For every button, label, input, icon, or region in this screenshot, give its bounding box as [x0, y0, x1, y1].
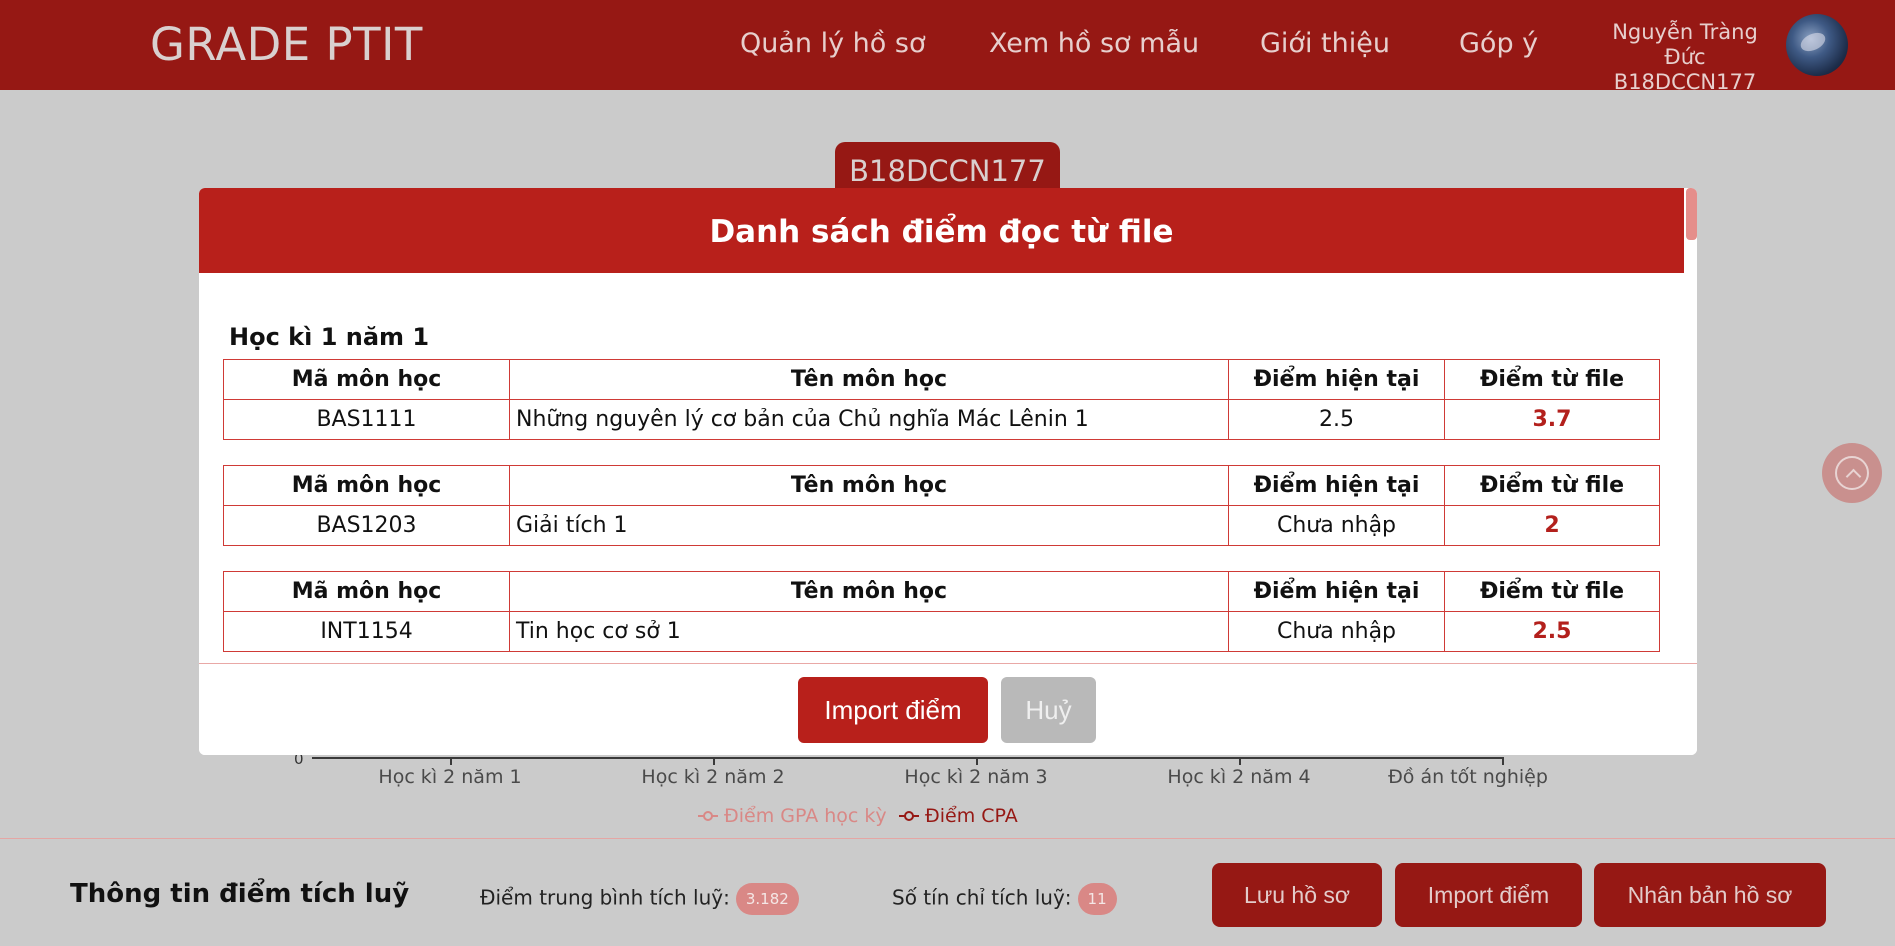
course-code: BAS1111	[223, 399, 510, 440]
col-file-header: Điểm từ file	[1444, 465, 1660, 506]
col-name-header: Tên môn học	[509, 359, 1229, 400]
grade-table: Mã môn học Tên môn học Điểm hiện tại Điể…	[223, 359, 1660, 440]
chart-x-tick	[450, 757, 452, 765]
legend-gpa-marker	[698, 810, 718, 822]
course-name: Tin học cơ sở 1	[509, 611, 1229, 652]
modal-title: Danh sách điểm đọc từ file	[199, 188, 1684, 273]
nav-about[interactable]: Giới thiệu	[1260, 28, 1390, 59]
col-file-header: Điểm từ file	[1444, 359, 1660, 400]
legend-cpa-label: Điểm CPA	[925, 805, 1018, 827]
table-header-row: Mã môn học Tên môn học Điểm hiện tại Điể…	[223, 359, 1660, 400]
chart-x-tick-label: Đồ án tốt nghiệp	[1388, 766, 1548, 788]
col-name-header: Tên môn học	[509, 465, 1229, 506]
file-grade: 3.7	[1444, 399, 1660, 440]
current-grade: 2.5	[1228, 399, 1445, 440]
modal-footer: Import điểm Huỷ	[199, 663, 1697, 755]
course-code: INT1154	[223, 611, 510, 652]
col-current-header: Điểm hiện tại	[1228, 571, 1445, 612]
course-code: BAS1203	[223, 505, 510, 546]
chart-x-axis	[312, 757, 1504, 759]
save-profile-button[interactable]: Lưu hồ sơ	[1212, 863, 1382, 927]
table-header-row: Mã môn học Tên môn học Điểm hiện tại Điể…	[223, 571, 1660, 612]
gpa-summary: Điểm trung bình tích luỹ: 3.182	[480, 883, 799, 915]
nav-manage-profiles[interactable]: Quản lý hồ sơ	[740, 28, 925, 59]
legend-cpa-marker	[899, 810, 919, 822]
cancel-button[interactable]: Huỷ	[1001, 677, 1096, 743]
chart-x-tick-label: Học kì 2 năm 2	[641, 766, 785, 788]
col-code-header: Mã môn học	[223, 465, 510, 506]
semester-title: Học kì 1 năm 1	[229, 323, 430, 351]
chart-x-tick-label: Học kì 2 năm 1	[378, 766, 522, 788]
legend-cpa[interactable]: Điểm CPA	[899, 805, 1018, 827]
scroll-to-top-button[interactable]	[1822, 443, 1882, 503]
credits-summary: Số tín chỉ tích luỹ: 11	[892, 883, 1117, 915]
chart-x-tick-label: Học kì 2 năm 3	[904, 766, 1048, 788]
file-grade: 2	[1444, 505, 1660, 546]
table-header-row: Mã môn học Tên môn học Điểm hiện tại Điể…	[223, 465, 1660, 506]
grade-table: Mã môn học Tên môn học Điểm hiện tại Điể…	[223, 465, 1660, 546]
import-grades-button[interactable]: Import điểm	[1395, 863, 1582, 927]
col-code-header: Mã môn học	[223, 571, 510, 612]
table-row: INT1154 Tin học cơ sở 1 Chưa nhập 2.5	[223, 611, 1660, 652]
chart-x-tick-label: Học kì 2 năm 4	[1167, 766, 1311, 788]
legend-gpa[interactable]: Điểm GPA học kỳ	[698, 805, 887, 827]
chart-x-tick	[713, 757, 715, 765]
col-current-header: Điểm hiện tại	[1228, 359, 1445, 400]
import-grades-modal: Danh sách điểm đọc từ file Học kì 1 năm …	[199, 188, 1697, 755]
current-grade: Chưa nhập	[1228, 505, 1445, 546]
nav-feedback[interactable]: Góp ý	[1459, 28, 1538, 59]
gpa-label: Điểm trung bình tích luỹ:	[480, 885, 730, 910]
chart-x-tick	[976, 757, 978, 765]
course-name: Những nguyên lý cơ bản của Chủ nghĩa Mác…	[509, 399, 1229, 440]
top-navbar: GRADE PTIT Quản lý hồ sơ Xem hồ sơ mẫu G…	[0, 0, 1895, 94]
user-name: Nguyễn Tràng Đức	[1612, 20, 1758, 69]
user-id: B18DCCN177	[1613, 70, 1757, 94]
chart-x-tick	[1239, 757, 1241, 765]
chevron-up-icon	[1835, 456, 1869, 490]
gpa-value-badge: 3.182	[735, 883, 799, 915]
student-tab[interactable]: B18DCCN177	[835, 142, 1060, 192]
chart-x-tick	[1502, 757, 1504, 765]
avatar[interactable]	[1786, 14, 1848, 76]
current-grade: Chưa nhập	[1228, 611, 1445, 652]
app-logo[interactable]: GRADE PTIT	[150, 18, 423, 71]
course-name: Giải tích 1	[509, 505, 1229, 546]
col-file-header: Điểm từ file	[1444, 571, 1660, 612]
modal-scrollbar[interactable]	[1686, 188, 1697, 240]
file-grade: 2.5	[1444, 611, 1660, 652]
duplicate-profile-button[interactable]: Nhân bản hồ sơ	[1594, 863, 1826, 927]
grade-table: Mã môn học Tên môn học Điểm hiện tại Điể…	[223, 571, 1660, 652]
cumulative-info-bar: Thông tin điểm tích luỹ Điểm trung bình …	[0, 838, 1895, 946]
user-info[interactable]: Nguyễn Tràng Đức B18DCCN177	[1590, 20, 1780, 95]
col-name-header: Tên môn học	[509, 571, 1229, 612]
legend-gpa-label: Điểm GPA học kỳ	[724, 805, 887, 827]
col-current-header: Điểm hiện tại	[1228, 465, 1445, 506]
table-row: BAS1203 Giải tích 1 Chưa nhập 2	[223, 505, 1660, 546]
table-row: BAS1111 Những nguyên lý cơ bản của Chủ n…	[223, 399, 1660, 440]
credits-value-badge: 11	[1077, 883, 1117, 915]
col-code-header: Mã môn học	[223, 359, 510, 400]
credits-label: Số tín chỉ tích luỹ:	[892, 885, 1072, 910]
nav-sample-profiles[interactable]: Xem hồ sơ mẫu	[989, 28, 1199, 59]
cumulative-info-title: Thông tin điểm tích luỹ	[70, 879, 410, 909]
confirm-import-button[interactable]: Import điểm	[798, 677, 988, 743]
